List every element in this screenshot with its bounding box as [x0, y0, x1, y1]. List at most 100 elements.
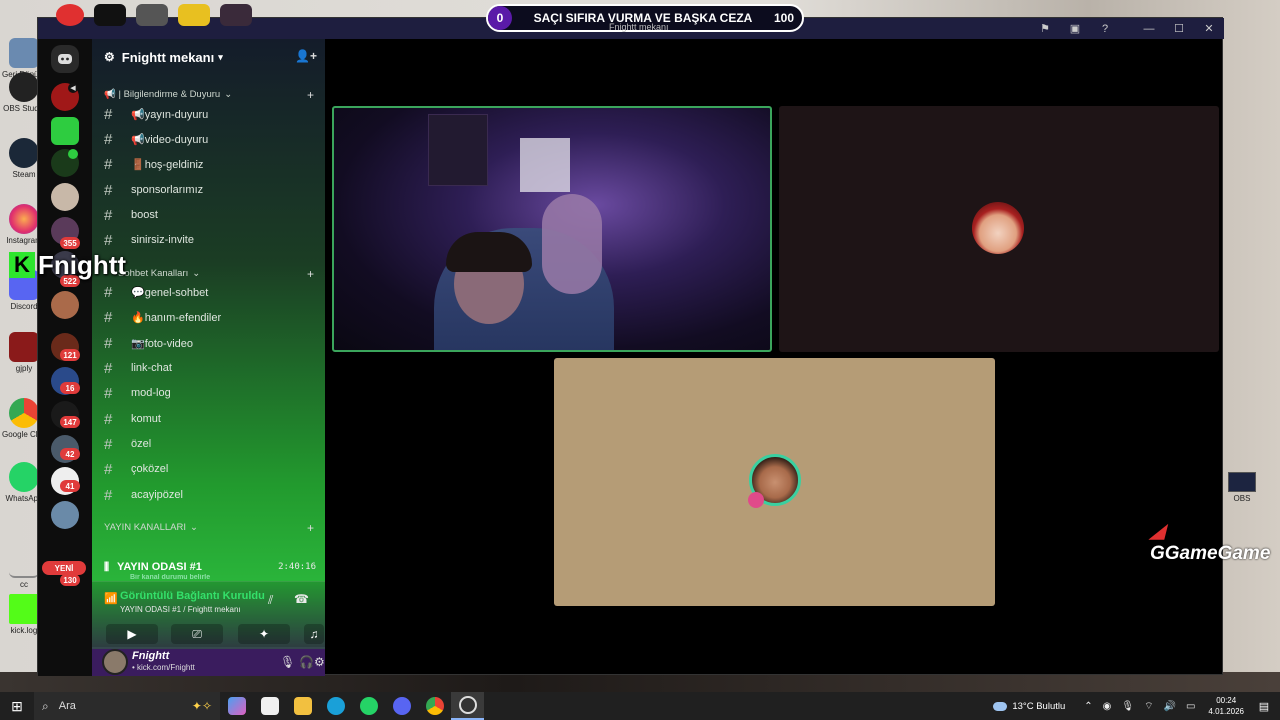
maximize-button[interactable]: ☐	[1164, 18, 1194, 39]
clock-time: 00:24	[1216, 696, 1237, 705]
noise-suppression-icon[interactable]: ⫽	[268, 593, 273, 608]
channel-ozel[interactable]: # özel	[104, 433, 316, 455]
whatsapp-icon	[9, 462, 39, 492]
volume-icon[interactable]: 🔊	[1164, 701, 1176, 712]
microphone-icon[interactable]: 🎙	[280, 655, 295, 669]
channel-video-duyuru[interactable]: # 📢video-duyuru	[104, 128, 316, 150]
brand-text: GGameGame	[1150, 543, 1271, 564]
category-label: 📢 | Bilgilendirme & Duyuru	[104, 89, 221, 100]
discord-window: ⚑ ▣ ? — ☐ ✕ ◀ 355 522 121 16 147 42 41 Y…	[37, 17, 1224, 676]
taskbar-app-obs[interactable]	[451, 692, 484, 720]
chevron-down-icon: ⌄	[224, 89, 233, 100]
channel-name: 📷foto-video	[131, 337, 194, 350]
battery-icon[interactable]: ▭	[1186, 701, 1195, 712]
taskbar-app-copilot[interactable]	[220, 692, 253, 720]
close-button[interactable]: ✕	[1194, 18, 1224, 39]
category-announcements[interactable]: 📢 | Bilgilendirme & Duyuru ⌄ +	[104, 88, 314, 102]
channel-genel-sohbet[interactable]: # 💬genel-sohbet	[104, 281, 316, 303]
soundboard-button[interactable]: ♫	[304, 624, 324, 644]
taskbar-clock[interactable]: 00:24 4.01.2026	[1208, 695, 1244, 717]
channel-cokozel[interactable]: # çoközel	[104, 458, 316, 480]
avatar[interactable]	[102, 649, 128, 675]
add-channel-icon[interactable]: +	[307, 88, 314, 102]
activities-button[interactable]: ✦	[238, 624, 290, 644]
chevron-up-icon[interactable]: ⌃	[1084, 701, 1092, 712]
weather-widget[interactable]: 13°C Bulutlu	[993, 701, 1065, 712]
channel-acayipozel[interactable]: # acayipözel	[104, 484, 316, 506]
minimize-button[interactable]: —	[1134, 18, 1164, 39]
inbox-icon[interactable]: ▣	[1060, 18, 1090, 39]
network-icon[interactable]: ⌔	[1144, 700, 1153, 713]
channel-komut[interactable]: # komut	[104, 408, 316, 430]
participant-tile[interactable]	[779, 106, 1219, 352]
server-icon[interactable]	[51, 501, 79, 529]
taskbar-app-edge[interactable]	[319, 692, 352, 720]
kick-logo-icon: K	[9, 252, 35, 278]
flag-icon[interactable]: ⚑	[1030, 18, 1060, 39]
add-channel-icon[interactable]: +	[307, 267, 314, 281]
hash-icon: #	[104, 155, 113, 173]
signal-icon: 📶	[104, 593, 118, 605]
channel-name: acayipözel	[131, 489, 183, 501]
app-icon[interactable]	[178, 4, 210, 26]
user-name: Fnightt	[132, 650, 170, 662]
taskbar-app-chrome[interactable]	[418, 692, 451, 720]
edge-icon	[326, 697, 345, 715]
app-icon[interactable]	[220, 4, 252, 26]
participant-tile[interactable]	[554, 358, 995, 606]
gear-icon[interactable]: ⚙	[314, 655, 325, 669]
taskbar-search[interactable]: ⌕ Ara ✦✧	[34, 692, 220, 720]
hash-icon: #	[104, 105, 113, 123]
add-user-icon[interactable]: 👤+	[295, 49, 317, 63]
camera-tile[interactable]	[332, 106, 772, 352]
new-badge: YENİ	[42, 561, 86, 575]
copilot-icon	[227, 697, 246, 715]
channel-mod-log[interactable]: # mod-log	[104, 382, 316, 404]
channel-name: 💬genel-sohbet	[131, 286, 209, 299]
hash-icon: #	[104, 359, 113, 377]
voice-channel-yayin-odasi[interactable]: ⫴ YAYIN ODASI #1 2:40:16 Bir kanal durum…	[104, 557, 316, 582]
channel-foto-video[interactable]: # 📷foto-video	[104, 332, 316, 354]
channel-yayin-duyuru[interactable]: # 📢yayın-duyuru	[104, 103, 316, 125]
taskbar-app-discord[interactable]	[385, 692, 418, 720]
channel-sponsorlarimiz[interactable]: # sponsorlarımız	[104, 179, 316, 201]
camera-button[interactable]: ▶	[106, 624, 158, 644]
disconnect-icon[interactable]: ☎	[294, 592, 309, 606]
taskbar-app-explorer[interactable]	[286, 692, 319, 720]
channel-hos-geldiniz[interactable]: # 🚪hoş-geldiniz	[104, 153, 316, 175]
server-icon[interactable]	[51, 291, 79, 319]
headphones-icon[interactable]: 🎧	[299, 655, 314, 669]
windows-start-button[interactable]: ⊞	[0, 692, 34, 720]
channel-boost[interactable]: # boost	[104, 204, 316, 226]
channel-name: komut	[131, 413, 161, 425]
hash-icon: #	[104, 435, 113, 453]
channel-link-chat[interactable]: # link-chat	[104, 357, 316, 379]
app-icon[interactable]	[56, 4, 84, 26]
add-channel-icon[interactable]: +	[307, 521, 314, 535]
unread-badge: 41	[60, 480, 80, 492]
channel-sinirsiz-invite[interactable]: # sinirsiz-invite	[104, 229, 316, 251]
taskbar-app-store[interactable]	[253, 692, 286, 720]
help-icon[interactable]: ?	[1090, 18, 1120, 39]
voice-status[interactable]: Görüntülü Bağlantı Kuruldu	[120, 590, 265, 602]
system-tray: 13°C Bulutlu ⌃ ◉ 🎙 ⌔ 🔊 ▭ 00:24 4.01.2026…	[993, 692, 1280, 720]
steam-icon	[9, 138, 39, 168]
microphone-tray-icon[interactable]: 🎙	[1121, 701, 1134, 712]
channel-hanim-efendiler[interactable]: # 🔥hanım-efendiler	[104, 306, 316, 328]
app-icon[interactable]	[136, 4, 168, 26]
title-bar-controls: ⚑ ▣ ? — ☐ ✕	[1030, 18, 1224, 39]
camera-tray-icon[interactable]: ◉	[1103, 701, 1112, 712]
category-stream[interactable]: YAYIN KANALLARI ⌄ +	[104, 521, 314, 535]
category-chat[interactable]: Sohbet Kanalları ⌄ +	[104, 267, 314, 281]
server-header[interactable]: ⚙ Fnightt mekanı ▾ 👤+	[92, 39, 325, 75]
server-icon[interactable]	[51, 183, 79, 211]
screen-share-button[interactable]: ⎚	[171, 624, 223, 644]
desktop-icon-obs-right[interactable]: OBS	[1224, 472, 1260, 503]
taskbar-app-whatsapp[interactable]	[352, 692, 385, 720]
server-icon[interactable]	[51, 117, 79, 145]
app-icon[interactable]	[94, 4, 126, 26]
hash-icon: #	[104, 334, 113, 352]
notification-icon[interactable]: ▤	[1254, 700, 1274, 713]
discord-home-button[interactable]	[51, 45, 79, 73]
